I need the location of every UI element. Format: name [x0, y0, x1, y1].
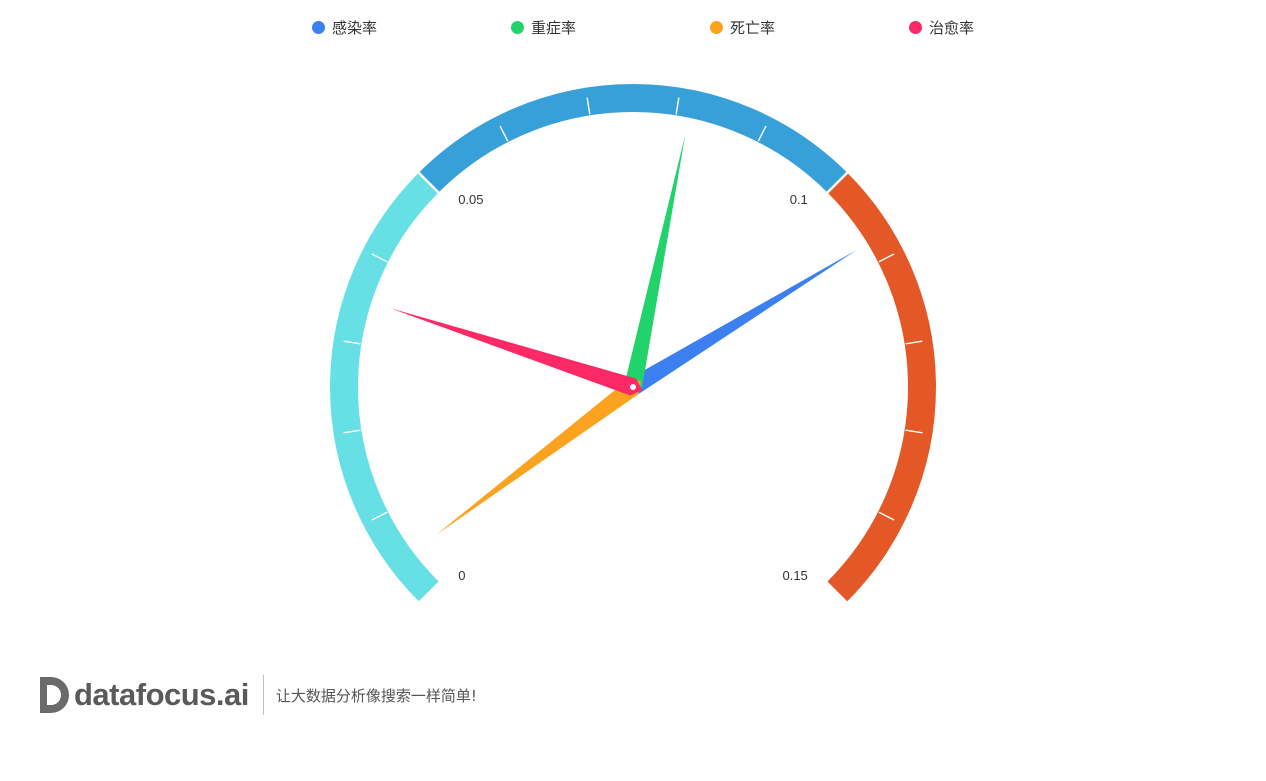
footer-divider [262, 675, 264, 715]
needle-pivot [630, 384, 636, 390]
tick-label: 0 [458, 568, 465, 583]
chart-stage: 感染率 重症率 死亡率 治愈率 0 0.05 0.1 0.15 datafocus.ai 让… [0, 0, 1266, 781]
needle-4 [390, 308, 643, 396]
brand-name: datafocus.ai [74, 677, 249, 712]
tick-label: 0.15 [782, 568, 807, 583]
tick-label: 0.1 [790, 192, 808, 207]
needle-3 [436, 379, 641, 535]
slogan-text: 让大数据分析像搜索一样简单! [275, 686, 477, 705]
gauge-band-2 [418, 84, 848, 193]
gauge-chart: 0 0.05 0.1 0.15 [330, 84, 936, 602]
gauge-band-3 [827, 172, 936, 602]
footer-branding: datafocus.ai 让大数据分析像搜索一样简单! [38, 672, 477, 718]
tick-label: 0.05 [458, 192, 483, 207]
gauge-band-1 [330, 172, 439, 602]
datafocus-logo-icon [40, 677, 69, 713]
